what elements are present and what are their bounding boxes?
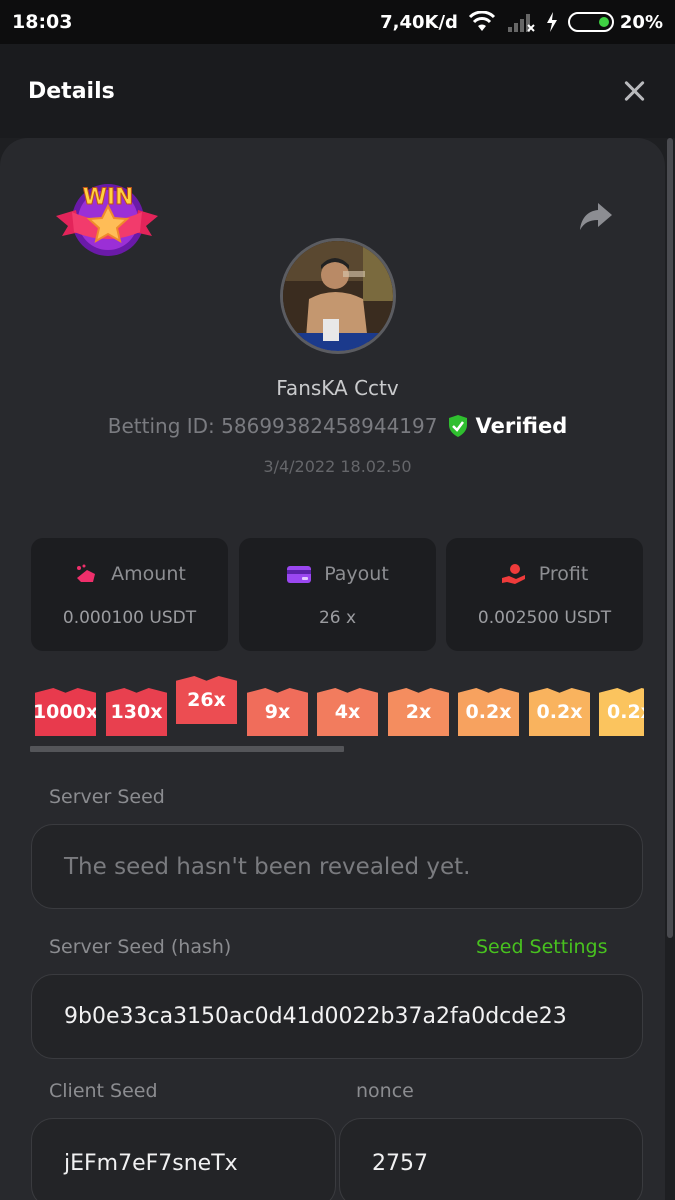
seed-settings-link[interactable]: Seed Settings [476,936,607,958]
profit-hand-icon [501,564,525,584]
win-badge-text: WIN [83,185,134,210]
multiplier-chip: 130x [106,688,167,736]
client-seed-label: Client Seed [49,1080,158,1102]
shield-check-icon [449,415,468,437]
multiplier-chip: 1000x [35,688,96,736]
close-icon[interactable] [621,78,647,104]
multiplier-chip: 0.2x [599,688,644,736]
page-title: Details [28,78,115,104]
amount-icon [77,564,96,582]
server-seed-field[interactable]: The seed hasn't been revealed yet. [31,824,643,909]
win-badge-icon: WIN [56,184,158,256]
battery-icon [567,12,614,32]
charging-icon [546,12,557,32]
nonce-field[interactable]: 2757 [339,1118,643,1200]
network-speed: 7,40K/d [380,11,458,33]
status-time: 18:03 [12,11,73,33]
signal-icon [507,14,535,32]
server-seed-hash-field[interactable]: 9b0e33ca3150ac0d41d0022b37a2fa0dcde23 [31,974,643,1059]
avatar [280,238,396,354]
wifi-icon [468,11,495,31]
multiplier-chip: 9x [247,688,308,736]
client-seed-field[interactable]: jEFm7eF7sneTx [31,1118,336,1200]
payout-box: Payout 26 x [239,538,436,651]
multiplier-chip: 0.2x [458,688,519,736]
share-icon[interactable] [578,200,614,232]
bet-timestamp: 3/4/2022 18.02.50 [263,457,412,476]
battery-percent: 20% [619,11,663,33]
verified-label: Verified [475,414,568,438]
multiplier-chip: 0.2x [529,688,590,736]
payout-label: Payout [324,563,389,585]
status-right: 7,40K/d 20% [380,11,663,33]
battery-indicator: 20% [567,11,663,33]
multiplier-chip: 2x [388,688,449,736]
multiplier-chip-selected: 26x [176,676,237,724]
profit-value: 0.002500 USDT [477,608,612,628]
username: FansKA Cctv [276,376,399,400]
amount-value: 0.000100 USDT [62,608,197,628]
profit-box: Profit 0.002500 USDT [446,538,643,651]
verified-badge: Verified [447,414,567,438]
nonce-label: nonce [356,1080,414,1102]
horizontal-scrollbar[interactable] [30,746,344,752]
amount-label: Amount [111,563,186,585]
betting-id: Betting ID: 58699382458944197 [107,414,438,438]
server-seed-label: Server Seed [49,786,165,808]
details-header: Details [0,44,675,138]
multiplier-strip[interactable]: 1000x 130x 26x 9x 4x 2x 0.2x 0.2x 0.2x [30,676,644,746]
betting-id-row: Betting ID: 58699382458944197 Verified [0,414,675,438]
multiplier-chip: 4x [317,688,378,736]
amount-box: Amount 0.000100 USDT [31,538,228,651]
vertical-scrollbar[interactable] [667,138,673,938]
profit-label: Profit [538,563,589,585]
status-bar: 18:03 7,40K/d 20% [0,0,675,44]
card-icon [287,566,312,583]
payout-value: 26 x [318,608,357,628]
server-seed-hash-label: Server Seed (hash) [49,936,232,958]
